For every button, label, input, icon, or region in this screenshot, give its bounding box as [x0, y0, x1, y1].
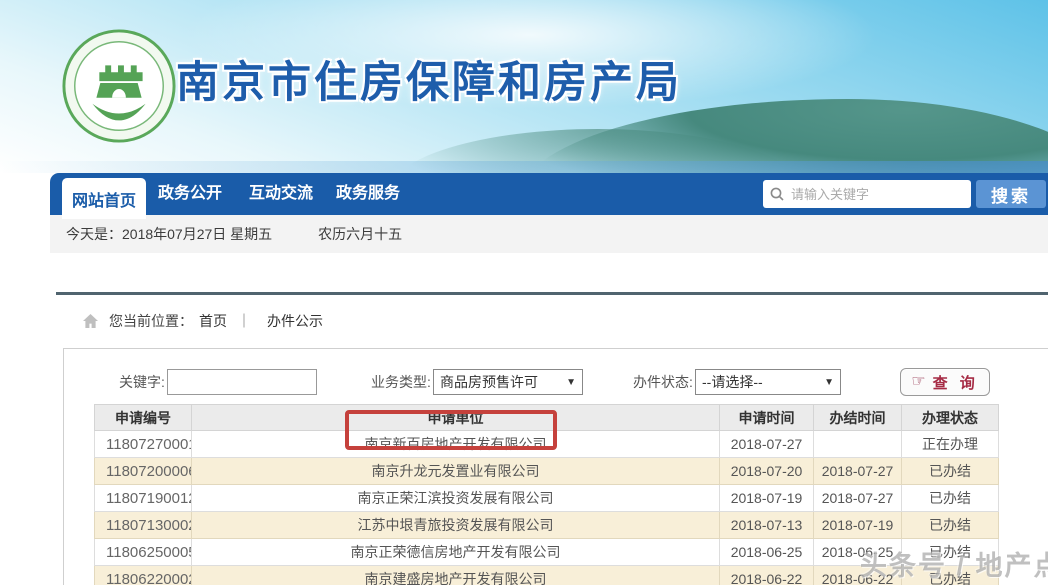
keyword-input[interactable]: [167, 369, 317, 395]
apply-id: 118072700017: [95, 431, 192, 458]
status: 已办结: [902, 485, 999, 512]
col-header-applicant: 申请单位: [192, 405, 720, 431]
section-divider: [56, 292, 1048, 295]
col-header-apply-date: 申请时间: [720, 405, 814, 431]
col-header-apply-id: 申请编号: [95, 405, 192, 431]
chevron-down-icon: ▼: [824, 377, 834, 388]
water-decoration: [0, 161, 1048, 173]
search-icon: [769, 186, 785, 202]
date-bar: 今天是：2018年07月27日 星期五 农历六月十五: [50, 215, 1048, 253]
apply-id: 118071900124: [95, 485, 192, 512]
search-input[interactable]: [791, 187, 951, 202]
status: 已办结: [902, 512, 999, 539]
applicant: 南京正荣德信房地产开发有限公司: [192, 539, 720, 566]
apply-id: 118071300029: [95, 512, 192, 539]
chevron-down-icon: ▼: [566, 377, 576, 388]
site-title: 南京市住房保障和房产局: [176, 48, 682, 110]
watermark: 头条号 / 地产点评: [860, 544, 1048, 583]
search-box[interactable]: [763, 180, 971, 208]
query-button[interactable]: ☞ 查 询: [900, 368, 990, 396]
apply-date: 2018-06-22: [720, 566, 814, 585]
page: 南京市住房保障和房产局 网站首页 政务公开 互动交流 政务服务 搜索 今天是：2…: [0, 0, 1048, 585]
pointer-hand-icon: ☞: [911, 374, 925, 390]
main-navbar: 网站首页 政务公开 互动交流 政务服务 搜索: [50, 173, 1048, 215]
breadcrumb-current: 办件公示: [267, 311, 323, 331]
table-row: 118072700017 南京新百房地产开发有限公司 2018-07-27 正在…: [95, 431, 999, 458]
biz-type-value: 商品房预售许可: [440, 372, 538, 392]
col-header-status: 办理状态: [902, 405, 999, 431]
tab-home[interactable]: 网站首页: [62, 178, 146, 219]
finish-date: 2018-07-19: [814, 512, 902, 539]
lunar-date: 农历六月十五: [318, 226, 402, 242]
breadcrumb-prefix: 您当前位置：: [109, 311, 193, 331]
col-header-finish-date: 办结时间: [814, 405, 902, 431]
breadcrumb: 您当前位置： 首页 ｜ 办件公示: [82, 310, 323, 332]
status: 已办结: [902, 458, 999, 485]
apply-id: 118072000067: [95, 458, 192, 485]
search-button[interactable]: 搜索: [976, 180, 1046, 208]
finish-date: [814, 431, 902, 458]
apply-date: 2018-06-25: [720, 539, 814, 566]
table-row: 118071900124 南京正荣江滨投资发展有限公司 2018-07-19 2…: [95, 485, 999, 512]
breadcrumb-home-link[interactable]: 首页: [199, 311, 227, 331]
status-select[interactable]: --请选择-- ▼: [695, 369, 841, 395]
keyword-label: 关键字:: [119, 369, 165, 395]
bureau-seal-icon: [60, 27, 178, 145]
status-value: --请选择--: [702, 372, 763, 392]
applicant: 南京升龙元发置业有限公司: [192, 458, 720, 485]
apply-date: 2018-07-27: [720, 431, 814, 458]
apply-date: 2018-07-19: [720, 485, 814, 512]
tab-interaction[interactable]: 互动交流: [246, 173, 316, 215]
home-icon: [82, 313, 99, 329]
biz-type-label: 业务类型:: [371, 369, 431, 395]
header-banner: 南京市住房保障和房产局: [0, 0, 1048, 173]
table-row: 118071300029 江苏中垠青旅投资发展有限公司 2018-07-13 2…: [95, 512, 999, 539]
apply-id: 118062200023: [95, 566, 192, 585]
breadcrumb-separator: ｜: [237, 311, 251, 331]
applicant: 江苏中垠青旅投资发展有限公司: [192, 512, 720, 539]
query-button-label: 查 询: [933, 372, 979, 393]
apply-id: 118062500056: [95, 539, 192, 566]
apply-date: 2018-07-20: [720, 458, 814, 485]
filter-row: 关键字: 业务类型: 商品房预售许可 ▼ 办件状态: --请选择-- ▼ ☞ 查…: [64, 349, 1048, 401]
apply-date: 2018-07-13: [720, 512, 814, 539]
tab-gov-services[interactable]: 政务服务: [333, 173, 403, 215]
table-header-row: 申请编号 申请单位 申请时间 办结时间 办理状态: [95, 405, 999, 431]
status: 正在办理: [902, 431, 999, 458]
table-row: 118072000067 南京升龙元发置业有限公司 2018-07-20 201…: [95, 458, 999, 485]
tab-gov-disclosure[interactable]: 政务公开: [155, 173, 225, 215]
finish-date: 2018-07-27: [814, 458, 902, 485]
finish-date: 2018-07-27: [814, 485, 902, 512]
applicant: 南京新百房地产开发有限公司: [192, 431, 720, 458]
applicant: 南京正荣江滨投资发展有限公司: [192, 485, 720, 512]
status-label: 办件状态:: [633, 369, 693, 395]
biz-type-select[interactable]: 商品房预售许可 ▼: [433, 369, 583, 395]
today-date: 今天是：2018年07月27日 星期五: [66, 226, 272, 242]
applicant: 南京建盛房地产开发有限公司: [192, 566, 720, 585]
